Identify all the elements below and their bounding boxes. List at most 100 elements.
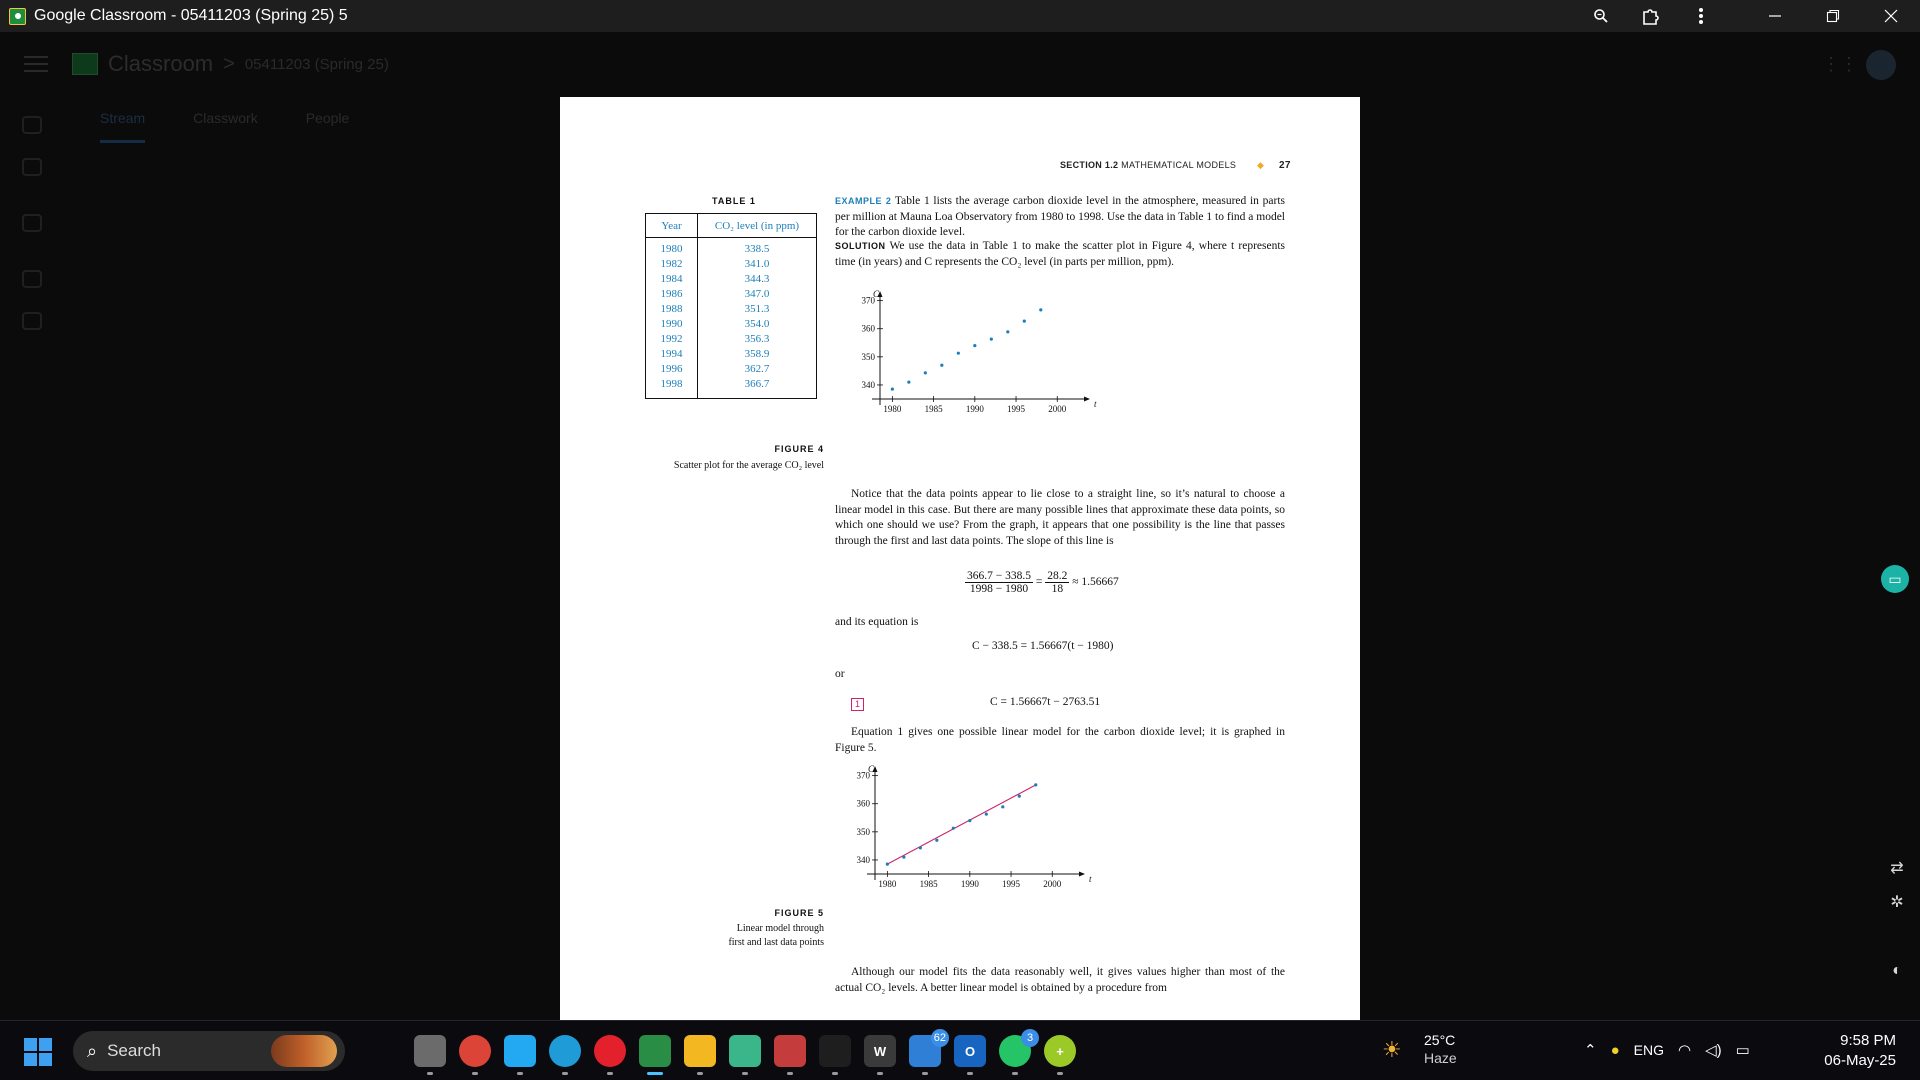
equation1-paragraph: Equation 1 gives one possible linear mod… <box>835 725 1285 756</box>
tab-classwork[interactable]: Classwork <box>193 110 258 143</box>
running-indicator <box>742 1072 748 1075</box>
close-icon[interactable] <box>1862 0 1920 32</box>
figure-5-label: FIGURE 5 <box>774 908 824 918</box>
todo-icon[interactable] <box>22 270 42 288</box>
data-point <box>918 846 922 850</box>
app-plus-icon[interactable]: + <box>1044 1035 1076 1075</box>
chevron-up-icon[interactable]: ⌃ <box>1584 1041 1597 1059</box>
taskbar: ⌕ Search W 62 O 3 + ☀ 25°C Haze ⌃ ● ENG ◠ ◁)… <box>0 1020 1920 1080</box>
data-point <box>973 343 977 348</box>
x-tick-label: 1985 <box>920 879 939 889</box>
classroom-brand[interactable]: Classroom <box>108 51 213 77</box>
main-menu-icon[interactable] <box>24 56 48 72</box>
more-icon[interactable] <box>1676 0 1726 32</box>
app-colorful-icon[interactable] <box>774 1035 806 1075</box>
tray-app-icon[interactable]: ● <box>1611 1042 1620 1059</box>
solution-label: SOLUTION <box>835 241 886 251</box>
edge-icon[interactable] <box>549 1035 581 1075</box>
whatsapp-icon[interactable]: 3 <box>999 1029 1039 1075</box>
windows-start-icon[interactable] <box>24 1038 52 1066</box>
data-point <box>956 351 960 355</box>
data-point <box>935 838 939 842</box>
outlook-icon[interactable]: O <box>954 1035 986 1075</box>
co2-cell: 341.0 <box>744 258 770 270</box>
restore-icon[interactable] <box>1804 0 1862 32</box>
year-cell: 1988 <box>645 302 698 317</box>
slope-approx: ≈ 1.56667 <box>1072 576 1119 589</box>
slope-equation: 366.7 − 338.5 1998 − 1980 = 28.2 18 ≈ 1.56… <box>965 570 1119 595</box>
solution-text: We use the data in Table 1 to make the s… <box>835 240 1286 268</box>
battery-icon[interactable]: ▭ <box>1736 1041 1750 1059</box>
clock[interactable]: 9:58 PM 06-May-25 <box>1824 1031 1896 1071</box>
weather-haze-icon: ☀ <box>1382 1037 1402 1062</box>
wifi-icon[interactable]: ◠ <box>1678 1041 1691 1059</box>
example-paragraph: EXAMPLE 2 Table 1 lists the average carb… <box>835 194 1285 241</box>
enrolled-icon[interactable] <box>22 214 42 232</box>
vscode-icon[interactable] <box>504 1035 536 1075</box>
clock-time: 9:58 PM <box>1840 1032 1896 1049</box>
table-row: 1984 344.3 <box>645 272 817 287</box>
co2-cell: 338.5 <box>744 243 770 255</box>
search-placeholder: Search <box>107 1041 161 1060</box>
app-blue-icon[interactable]: 62 <box>909 1029 949 1075</box>
section-number: SECTION 1.2 <box>1060 160 1119 170</box>
app-terminal-icon[interactable] <box>819 1035 851 1075</box>
taskbar-search[interactable]: ⌕ Search <box>73 1031 345 1071</box>
tab-stream[interactable]: Stream <box>100 110 146 143</box>
figure-4-label: FIGURE 4 <box>774 444 824 454</box>
avatar[interactable] <box>1866 50 1896 80</box>
ai-assistant-icon[interactable]: ◐ <box>1886 962 1908 984</box>
table-row: 1990 354.0 <box>645 317 817 332</box>
data-point <box>968 818 972 823</box>
running-indicator <box>877 1072 883 1075</box>
home-icon[interactable] <box>22 116 42 134</box>
extensions-icon[interactable] <box>1626 0 1676 32</box>
system-tray: ⌃ ● ENG ◠ ◁) ▭ <box>1584 1041 1750 1060</box>
language-indicator[interactable]: ENG <box>1634 1042 1664 1058</box>
weather-widget[interactable]: ☀ 25°C Haze <box>1382 1031 1457 1067</box>
data-point <box>885 862 889 866</box>
x-tick-label: 1995 <box>1002 879 1021 889</box>
linear-model-line <box>887 784 1037 865</box>
co2-cell: 366.7 <box>744 378 770 390</box>
table-row: 1986 347.0 <box>645 287 817 302</box>
example-text: Table 1 lists the average carbon dioxide… <box>835 195 1286 238</box>
opera-icon[interactable] <box>594 1035 626 1075</box>
x-tick-label: 2000 <box>1043 879 1062 889</box>
minimize-icon[interactable] <box>1746 0 1804 32</box>
task-view-icon[interactable] <box>414 1035 446 1075</box>
data-point <box>984 812 988 816</box>
data-point <box>1001 805 1005 809</box>
running-indicator <box>832 1072 838 1075</box>
equation-number-1: 1 <box>851 698 864 711</box>
calendar-icon[interactable] <box>22 158 42 176</box>
settings-icon[interactable] <box>22 312 42 330</box>
y-tick-label: 340 <box>857 855 871 865</box>
word-icon[interactable]: W <box>864 1035 896 1075</box>
tab-people[interactable]: People <box>306 110 350 143</box>
app-green-icon[interactable] <box>729 1035 761 1075</box>
volume-icon[interactable]: ◁) <box>1705 1041 1722 1059</box>
year-cell: 1994 <box>645 347 698 362</box>
chrome-icon[interactable] <box>459 1035 491 1075</box>
x-axis-label: t <box>1089 874 1092 884</box>
running-indicator <box>697 1072 703 1075</box>
chatgpt-icon[interactable]: ✲ <box>1886 892 1908 914</box>
co2-cell: 362.7 <box>744 363 770 375</box>
notification-badge: 62 <box>930 1029 949 1047</box>
data-point <box>923 371 927 375</box>
google-apps-icon[interactable]: ⋮⋮ <box>1822 54 1858 74</box>
translate-icon[interactable]: ⇄ <box>1886 858 1908 880</box>
chat-widget-icon[interactable]: ▭ <box>1881 565 1909 593</box>
zoom-icon[interactable] <box>1576 0 1626 32</box>
table-row: 1996 362.7 <box>645 362 817 377</box>
course-name[interactable]: 05411203 (Spring 25) <box>245 56 389 73</box>
file-explorer-icon[interactable] <box>684 1035 716 1075</box>
table-row: 1988 351.3 <box>645 302 817 317</box>
solution-paragraph: SOLUTION We use the data in Table 1 to m… <box>835 239 1285 270</box>
x-axis-arrow <box>1079 871 1085 877</box>
y-tick-label: 370 <box>857 771 871 781</box>
year-cell: 1990 <box>645 317 698 332</box>
google-classroom-icon[interactable] <box>639 1035 671 1075</box>
or-text: or <box>835 668 845 680</box>
